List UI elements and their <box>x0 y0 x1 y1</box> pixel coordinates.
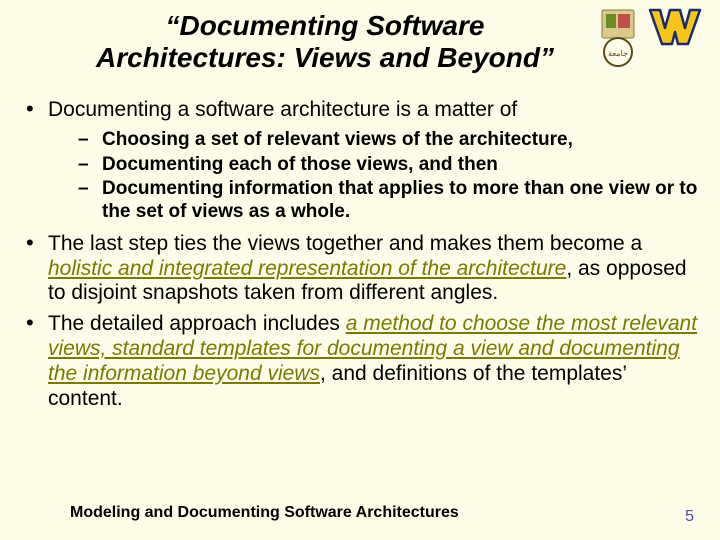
bullet-2: The last step ties the views together an… <box>20 232 700 306</box>
footer-text: Modeling and Documenting Software Archit… <box>70 504 459 522</box>
bullet-2-pre: The last step ties the views together an… <box>48 232 642 255</box>
slide-body: Documenting a software architecture is a… <box>20 98 700 417</box>
title-line-1: “Documenting Software <box>166 10 485 41</box>
page-number: 5 <box>685 508 694 526</box>
bullet-3-pre: The detailed approach includes <box>48 312 346 335</box>
bullet-3: The detailed approach includes a method … <box>20 312 700 411</box>
logo-cluster: جامعة <box>592 8 702 68</box>
sub-bullet-1: Choosing a set of relevant views of the … <box>48 129 700 152</box>
wvu-logo-icon <box>648 8 702 46</box>
svg-text:جامعة: جامعة <box>608 49 628 58</box>
bullet-1-text: Documenting a software architecture is a… <box>48 98 517 121</box>
university-seal-icon: جامعة <box>592 8 644 68</box>
bullet-2-highlight: holistic and integrated representation o… <box>48 257 566 280</box>
sub-bullet-2: Documenting each of those views, and the… <box>48 154 700 177</box>
sub-bullet-3: Documenting information that applies to … <box>48 178 700 224</box>
bullet-1: Documenting a software architecture is a… <box>20 98 700 224</box>
slide: جامعة “Documenting Software Architecture… <box>0 0 720 540</box>
slide-title: “Documenting Software Architectures: Vie… <box>60 10 590 74</box>
title-line-2: Architectures: Views and Beyond” <box>96 42 554 73</box>
